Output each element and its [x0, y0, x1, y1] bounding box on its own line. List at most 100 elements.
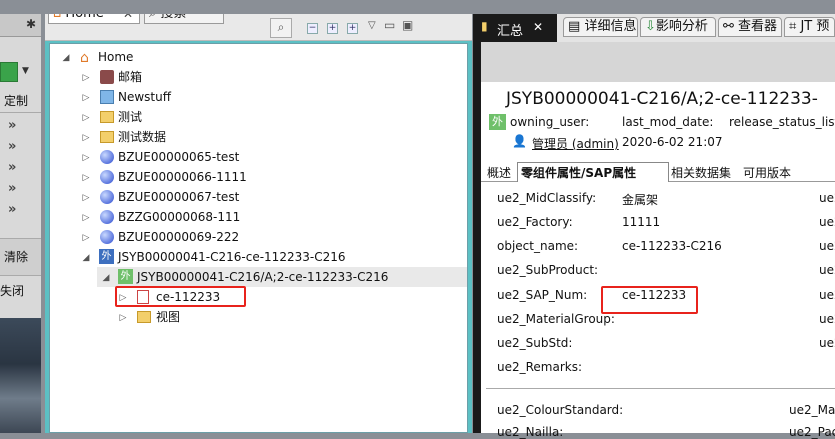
summary-top-band [481, 42, 835, 82]
section-divider [486, 388, 835, 389]
tree-item[interactable]: BZUE00000067-test [118, 187, 239, 207]
prop-label-cut: ue2 [819, 336, 835, 350]
jt-icon: ⌗ [789, 19, 797, 34]
tree-item[interactable]: BZUE00000066-1111 [118, 167, 247, 187]
subtab-revisions[interactable]: 可用版本 [743, 164, 791, 181]
prop-label: ue2_MaterialGroup: [497, 312, 615, 326]
tab-viewer[interactable]: ⚯ 查看器 [718, 17, 782, 37]
collapse-icon[interactable]: − [307, 23, 318, 34]
tree-item[interactable]: BZUE00000065-test [118, 147, 239, 167]
expand-arrow-icon[interactable]: ▷ [81, 213, 91, 223]
tab-details[interactable]: ▤ 详细信息 [563, 17, 638, 37]
tree-item[interactable]: JSYB00000041-C216-ce-112233-C216 [118, 247, 345, 267]
tree-item[interactable]: 测试数据 [118, 127, 166, 147]
expand-arrow-icon[interactable]: ▷ [81, 153, 91, 163]
expand-chevron-icon[interactable]: » [8, 181, 16, 196]
tab-details-label: 详细信息 [584, 19, 637, 34]
customize-label[interactable]: 定制 [4, 92, 28, 109]
add-icon[interactable]: + [347, 23, 358, 34]
search-green-icon[interactable] [0, 62, 18, 82]
prop-label-cut: ue2 [819, 288, 835, 302]
home-icon: ⌂ [80, 50, 89, 66]
tree-item[interactable]: BZUE00000069-222 [118, 227, 239, 247]
prop-value: 金属架 [622, 193, 659, 207]
gear-icon[interactable]: ✱ [26, 17, 36, 31]
expand-arrow-icon[interactable]: ▷ [81, 73, 91, 83]
window-top-strip [0, 0, 835, 14]
tree-item-selected[interactable]: JSYB00000041-C216/A;2-ce-112233-C216 [137, 267, 388, 287]
subtab-datasets[interactable]: 相关数据集 [671, 164, 731, 181]
prop-label: ue2_SAP_Num: [497, 288, 588, 302]
subtab-item-properties[interactable]: 零组件属性/SAP属性 [521, 164, 636, 181]
expand-icon[interactable]: + [327, 23, 338, 34]
prop-label: ue2_Nailla: [497, 425, 564, 439]
clear-button[interactable]: 清除 [4, 248, 28, 265]
user-icon: 👤 [512, 134, 527, 148]
expand-arrow-icon[interactable]: ▷ [81, 193, 91, 203]
maximize-icon[interactable]: ▣ [402, 18, 413, 32]
details-icon: ▤ [568, 19, 581, 34]
prop-label-cut: ue2 [819, 215, 835, 229]
collapse-arrow-icon[interactable]: ◢ [81, 253, 91, 263]
subtab-overview[interactable]: 概述 [487, 164, 511, 181]
viewer-icon: ⚯ [723, 19, 734, 34]
prop-label-cut: ue2_Pac [789, 425, 835, 439]
tree-item[interactable]: 测试 [118, 107, 142, 127]
tab-viewer-label: 查看器 [738, 19, 778, 34]
dropdown-arrow-icon[interactable]: ▼ [22, 66, 29, 76]
tree-item[interactable]: 邮箱 [118, 67, 142, 87]
tab-impact-label: 影响分析 [655, 19, 708, 34]
prop-label-cut: ue2 [819, 263, 835, 277]
prop-value: ce-112233-C216 [622, 239, 722, 253]
mailbox-icon [100, 70, 114, 84]
expand-chevron-icon[interactable]: » [8, 118, 16, 133]
object-title: JSYB00000041-C216/A;2-ce-112233- [506, 89, 818, 109]
left-bottom-dark [0, 318, 41, 433]
item-sphere-icon [100, 170, 114, 184]
folder-icon [100, 131, 114, 143]
expand-chevron-icon[interactable]: » [8, 202, 16, 217]
expand-arrow-icon[interactable]: ▷ [81, 233, 91, 243]
prop-label-cut: ue2 [819, 191, 835, 205]
revision-icon: 外 [489, 114, 506, 130]
expand-arrow-icon[interactable]: ▷ [118, 313, 128, 323]
search-icon[interactable]: ⌕ [270, 18, 292, 38]
collapse-arrow-icon[interactable]: ◢ [101, 273, 111, 283]
impact-icon: ⇩ [645, 19, 656, 34]
prop-label: ue2_SubStd: [497, 336, 573, 350]
left-panel-header: ✱ [0, 14, 41, 37]
close-label[interactable]: 失闭 [0, 282, 24, 299]
folder-blue-icon [100, 90, 114, 104]
expand-chevron-icon[interactable]: » [8, 160, 16, 175]
tree-item[interactable]: 视图 [156, 307, 180, 327]
view-menu-icon[interactable]: ▽ [368, 20, 376, 31]
tab-summary-label: 汇总 [497, 24, 524, 39]
expand-arrow-icon[interactable]: ▷ [81, 113, 91, 123]
expand-chevron-icon[interactable]: » [8, 139, 16, 154]
folder-icon [100, 111, 114, 123]
item-sphere-icon [100, 150, 114, 164]
owner-link[interactable]: 管理员 (admin) [532, 135, 619, 152]
tree-root-home[interactable]: Home [98, 47, 133, 67]
minimize-icon[interactable]: ▭ [384, 18, 395, 32]
expand-arrow-icon[interactable]: ▷ [81, 93, 91, 103]
tab-summary[interactable]: ▮ 汇总 ✕ [475, 14, 557, 42]
panel-separator [473, 14, 475, 433]
prop-label: ue2_MidClassify: [497, 191, 597, 205]
tab-impact[interactable]: ⇩影响分析 [640, 17, 716, 37]
prop-value: 11111 [622, 215, 661, 229]
prop-label: object_name: [497, 239, 579, 253]
last-mod-label: last_mod_date: [622, 115, 714, 129]
tree-item[interactable]: Newstuff [118, 87, 171, 107]
expand-arrow-icon[interactable]: ▷ [81, 173, 91, 183]
owning-user-label: owning_user: [510, 115, 590, 129]
prop-label: ue2_SubProduct: [497, 263, 599, 277]
close-icon[interactable]: ✕ [533, 20, 543, 34]
item-sphere-icon [100, 190, 114, 204]
tree-item[interactable]: BZZG00000068-111 [118, 207, 240, 227]
expand-arrow-icon[interactable]: ▷ [81, 133, 91, 143]
collapse-arrow-icon[interactable]: ◢ [61, 53, 71, 63]
revision-icon: 外 [118, 269, 133, 284]
tab-jt-preview[interactable]: ⌗ JT 预览 [784, 17, 835, 37]
prop-label: ue2_Factory: [497, 215, 573, 229]
